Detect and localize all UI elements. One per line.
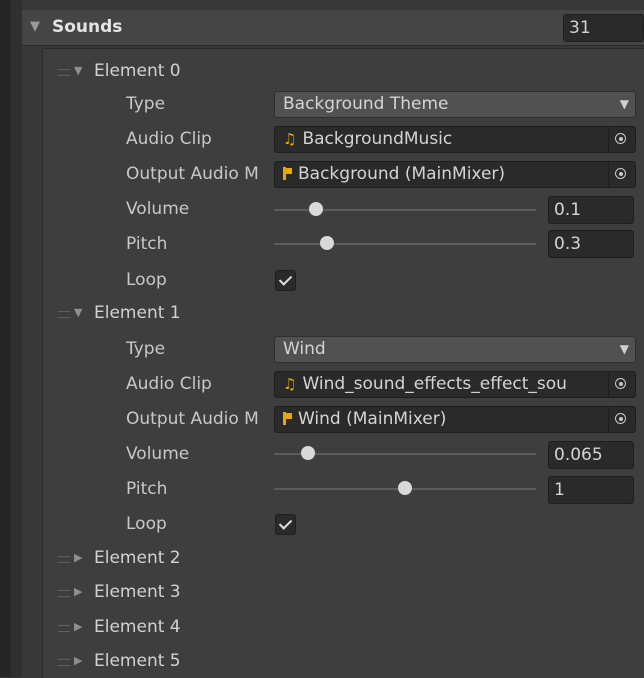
checkmark-icon [278, 516, 293, 530]
type-dropdown[interactable]: Background Theme ▼ [274, 91, 636, 118]
audio-mixer-icon [283, 167, 292, 180]
object-picker-button[interactable] [608, 162, 635, 187]
pitch-slider-thumb[interactable] [398, 481, 412, 495]
element-title: Element 3 [94, 582, 181, 602]
array-size-field[interactable]: 31 [563, 14, 644, 42]
loop-checkbox[interactable] [275, 514, 296, 535]
loop-label: Loop [126, 270, 167, 290]
object-picker-button[interactable] [608, 127, 635, 152]
output-label: Output Audio M [126, 409, 259, 429]
element-title: Element 1 [94, 303, 181, 323]
type-value: Background Theme [283, 94, 449, 114]
type-value: Wind [283, 339, 326, 359]
audio-mixer-icon [283, 412, 292, 425]
picker-dot [619, 172, 623, 176]
output-label: Output Audio M [126, 164, 259, 184]
chevron-down-icon: ▼ [619, 97, 629, 111]
picker-dot [619, 137, 623, 141]
left-gutter [0, 0, 11, 677]
drag-handle-icon[interactable] [58, 590, 70, 597]
picker-dot [619, 417, 623, 421]
pitch-field[interactable]: 1 [548, 476, 634, 504]
output-value: Background (MainMixer) [298, 164, 506, 184]
volume-label: Volume [126, 199, 190, 219]
audio-clip-field[interactable]: ♫ BackgroundMusic [274, 126, 636, 153]
output-mixer-field[interactable]: Wind (MainMixer) [274, 406, 636, 433]
triangle-down-icon[interactable]: ▼ [74, 54, 82, 88]
pitch-slider-track[interactable] [274, 243, 536, 245]
type-label: Type [126, 339, 166, 359]
element-title: Element 0 [94, 61, 181, 81]
audio-clip-label: Audio Clip [126, 374, 212, 394]
left-indent [11, 0, 22, 677]
pitch-label: Pitch [126, 234, 168, 254]
chevron-down-icon: ▼ [619, 342, 629, 356]
drag-handle-icon[interactable] [58, 625, 70, 632]
sounds-list-title: Sounds [52, 17, 123, 37]
triangle-right-icon[interactable]: ▶ [74, 541, 82, 575]
picker-dot [619, 382, 623, 386]
loop-checkbox[interactable] [275, 270, 296, 291]
audio-clip-label: Audio Clip [126, 129, 212, 149]
volume-field[interactable]: 0.1 [548, 196, 634, 224]
triangle-right-icon[interactable]: ▶ [74, 610, 82, 644]
drag-handle-icon[interactable] [58, 69, 70, 76]
music-note-icon: ♫ [283, 130, 297, 148]
output-mixer-field[interactable]: Background (MainMixer) [274, 161, 636, 188]
object-picker-button[interactable] [608, 407, 635, 432]
pitch-field[interactable]: 0.3 [548, 230, 634, 258]
element-title: Element 5 [94, 651, 181, 671]
element-title: Element 2 [94, 548, 181, 568]
triangle-down-icon[interactable]: ▼ [30, 19, 40, 34]
element-title: Element 4 [94, 617, 181, 637]
triangle-right-icon[interactable]: ▶ [74, 575, 82, 609]
output-value: Wind (MainMixer) [298, 409, 447, 429]
checkmark-icon [278, 272, 293, 286]
volume-label: Volume [126, 444, 190, 464]
triangle-down-icon[interactable]: ▼ [74, 296, 82, 330]
sounds-list-header[interactable]: ▼ Sounds [22, 10, 644, 46]
drag-handle-icon[interactable] [58, 311, 70, 318]
audio-clip-value: BackgroundMusic [302, 129, 453, 149]
type-label: Type [126, 94, 166, 114]
pitch-label: Pitch [126, 479, 168, 499]
object-picker-button[interactable] [608, 372, 635, 397]
loop-label: Loop [126, 514, 167, 534]
drag-handle-icon[interactable] [58, 659, 70, 666]
audio-clip-value: Wind_sound_effects_effect_sou [302, 374, 567, 394]
drag-handle-icon[interactable] [58, 556, 70, 563]
volume-field[interactable]: 0.065 [548, 441, 634, 469]
triangle-right-icon[interactable]: ▶ [74, 644, 82, 678]
type-dropdown[interactable]: Wind ▼ [274, 336, 636, 363]
music-note-icon: ♫ [283, 375, 297, 393]
audio-clip-field[interactable]: ♫ Wind_sound_effects_effect_sou [274, 371, 636, 398]
